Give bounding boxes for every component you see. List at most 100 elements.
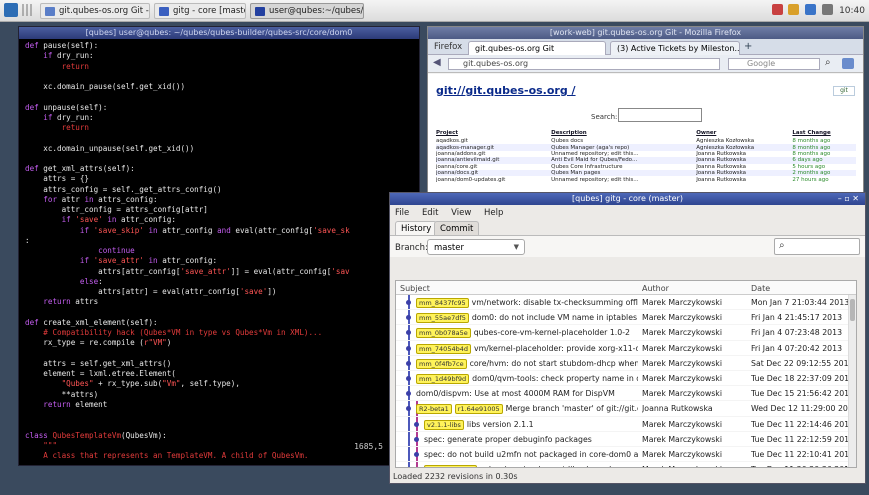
scrollbar-thumb[interactable] [850, 299, 855, 321]
commit-row[interactable]: spec: generate proper debuginfo packages… [396, 431, 856, 447]
network-icon[interactable] [805, 4, 817, 15]
tab-active-tickets[interactable]: (3) Active Tickets by Mileston... [610, 41, 740, 55]
commit-subject-text: vchan/vm: implement libvchan_cleanup to … [480, 465, 638, 467]
ref-badge[interactable]: mm_af6d9488 [424, 465, 477, 467]
firefox-window[interactable]: [work-web] git.qubes-os.org Git - Mozill… [427, 26, 864, 201]
menu-help[interactable]: Help [484, 208, 503, 218]
column-author[interactable]: Author [642, 284, 669, 293]
search-placeholder: Google [747, 59, 776, 68]
back-icon[interactable]: ◀ [433, 57, 441, 68]
tab-git-qubes[interactable]: git.qubes-os.org Git [468, 41, 606, 55]
branch-label: Branch: [395, 243, 428, 253]
menu-edit[interactable]: Edit [422, 208, 438, 218]
home-icon[interactable] [842, 58, 854, 69]
commit-row[interactable]: mm_af6d9488vchan/vm: implement libvchan_… [396, 462, 856, 467]
commit-row[interactable]: spec: do not build u2mfn not packaged in… [396, 446, 856, 463]
ref-badge[interactable]: mm_55ae7df5 [416, 313, 469, 324]
git-logo[interactable]: git [833, 86, 855, 96]
ref-badge[interactable]: mm_1d49bf9d [416, 373, 470, 384]
project-row[interactable]: joanna/dom0-updates.git Unnamed repositor… [436, 176, 856, 183]
graph-lane-branch [416, 462, 418, 467]
project-search-input[interactable] [618, 108, 702, 122]
gitg-toolbar: Branch: master ▼ ⌕ [390, 235, 865, 257]
commit-node [406, 330, 411, 336]
volume-icon[interactable] [822, 4, 834, 15]
taskbar-item-terminal[interactable]: user@qubes:~/qubes/q... [250, 3, 364, 19]
project-column-header[interactable]: Last Change [792, 130, 856, 138]
url-text: git.qubes-os.org [463, 59, 529, 68]
gitg-icon [159, 7, 169, 16]
commit-subject: dom0/dispvm: Use at most 4000M RAM for D… [416, 389, 638, 398]
commit-row[interactable]: dom0/dispvm: Use at most 4000M RAM for D… [396, 386, 856, 402]
ref-badge[interactable]: R2-beta1 [416, 404, 452, 415]
firefox-page-content: git://git.qubes-os.org / git Search: Pro… [428, 74, 863, 200]
search-icon: ⌕ [779, 240, 785, 251]
commit-node [406, 391, 411, 397]
status-bar: Loaded 2232 revisions in 0.30s [393, 472, 518, 481]
terminal-title: [qubes] user@qubes: ~/qubes/qubes-builde… [19, 27, 419, 39]
commit-row[interactable]: mm_1d49bf9d dom0/qvm-tools: check propert… [396, 370, 856, 387]
project-search-label: Search: [591, 113, 618, 121]
url-bar[interactable]: git.qubes-os.org [448, 58, 720, 70]
commit-row[interactable]: R2-beta1 r1.64e91005 Merge branch 'master'… [396, 401, 856, 417]
commit-subject-text: spec: do not build u2mfn not packaged in… [424, 449, 638, 459]
ref-badge[interactable]: mm_0b078a5e [416, 328, 471, 339]
commit-list-scrollbar[interactable] [848, 295, 856, 467]
clock[interactable]: 10:40 [839, 6, 865, 16]
commit-row[interactable]: v2.1.1-libs libs version 2.1.1 Marek Marcz… [396, 416, 856, 432]
terminal-icon [255, 7, 265, 16]
gitg-window[interactable]: [qubes] gitg - core (master) – ▫ ✕ File … [389, 192, 866, 484]
tab-commit[interactable]: Commit [434, 221, 480, 235]
new-tab-button[interactable]: + [744, 41, 752, 52]
ref-badge[interactable]: mm_8437fc95 [416, 298, 469, 308]
search-icon[interactable]: ⌕ [825, 57, 831, 68]
project-cell-project[interactable]: joanna/dom0-updates.git [436, 176, 551, 183]
taskbar-item-firefox[interactable]: git.qubes-os.org Git - M... [40, 3, 150, 19]
column-subject[interactable]: Subject [400, 284, 430, 293]
commit-subject: mm_1d49bf9d dom0/qvm-tools: check propert… [416, 373, 638, 384]
tab-history[interactable]: History [395, 221, 438, 235]
branch-select[interactable]: master ▼ [427, 239, 525, 255]
window-controls[interactable]: – ▫ ✕ [838, 193, 859, 205]
workspace-switcher-icon[interactable] [22, 4, 34, 16]
commit-row[interactable]: mm_0f4fb7ce core/hvm: do not start stubdo… [396, 355, 856, 371]
commit-subject: R2-beta1 r1.64e91005 Merge branch 'master'… [416, 404, 638, 415]
ref-badge[interactable]: r1.64e91005 [454, 404, 503, 415]
commit-author: Marek Marczykowski [642, 465, 747, 467]
commit-subject: mm_af6d9488vchan/vm: implement libvchan_… [424, 465, 638, 467]
commit-subject-text: qubes-core-vm-kernel-placeholder 1.0-2 [473, 328, 631, 338]
menu-file[interactable]: File [395, 208, 409, 218]
ref-badge[interactable]: mm_74054b4d [416, 343, 471, 354]
taskbar-item-gitg[interactable]: gitg - core [master] [154, 3, 246, 19]
commit-author: Marek Marczykowski [642, 313, 722, 323]
column-date[interactable]: Date [751, 284, 770, 293]
commit-author: Marek Marczykowski [642, 419, 722, 429]
ref-badge[interactable]: v2.1.1-libs [424, 419, 464, 430]
start-menu-icon[interactable] [4, 3, 18, 17]
qubes-manager-icon[interactable] [771, 4, 783, 15]
commit-row[interactable]: mm_74054b4d vm/kernel-placeholder: provid… [396, 340, 856, 356]
chevron-down-icon: ▼ [513, 243, 519, 251]
taskbar-item-label: gitg - core [master] [173, 6, 245, 16]
terminal-content[interactable]: def pause(self): if dry_run: return xc.d… [25, 41, 413, 461]
commit-row[interactable]: mm_8437fc95 vm/network: disable tx-checks… [396, 295, 856, 311]
updates-icon[interactable] [788, 4, 800, 15]
commit-list[interactable]: Subject Author Date mm_8437fc95 vm/networ… [395, 280, 857, 468]
commit-row[interactable]: mm_0b078a5e qubes-core-vm-kernel-placehol… [396, 325, 856, 341]
firefox-menu-button[interactable]: Firefox [434, 42, 462, 52]
project-column-header[interactable]: Description [551, 130, 696, 138]
commit-date: Tue Dec 11 22:10:41 2012 [751, 449, 855, 459]
graph-lane [408, 462, 410, 467]
project-column-header[interactable]: Owner [696, 130, 792, 138]
commit-node [406, 406, 411, 412]
menu-view[interactable]: View [451, 208, 471, 218]
project-column-header[interactable]: Project [436, 130, 551, 138]
commit-subject: mm_55ae7df5 dom0: do not include VM name … [416, 313, 638, 324]
commit-search-input[interactable]: ⌕ [774, 238, 860, 255]
commit-row[interactable]: mm_55ae7df5 dom0: do not include VM name … [396, 310, 856, 326]
page-title[interactable]: git://git.qubes-os.org / [436, 84, 576, 97]
terminal-window[interactable]: [qubes] user@qubes: ~/qubes/qubes-builde… [18, 26, 420, 466]
taskbar: git.qubes-os.org Git - M... gitg - core … [0, 0, 869, 22]
web-search-input[interactable]: Google [728, 58, 820, 70]
ref-badge[interactable]: mm_0f4fb7ce [416, 358, 467, 369]
